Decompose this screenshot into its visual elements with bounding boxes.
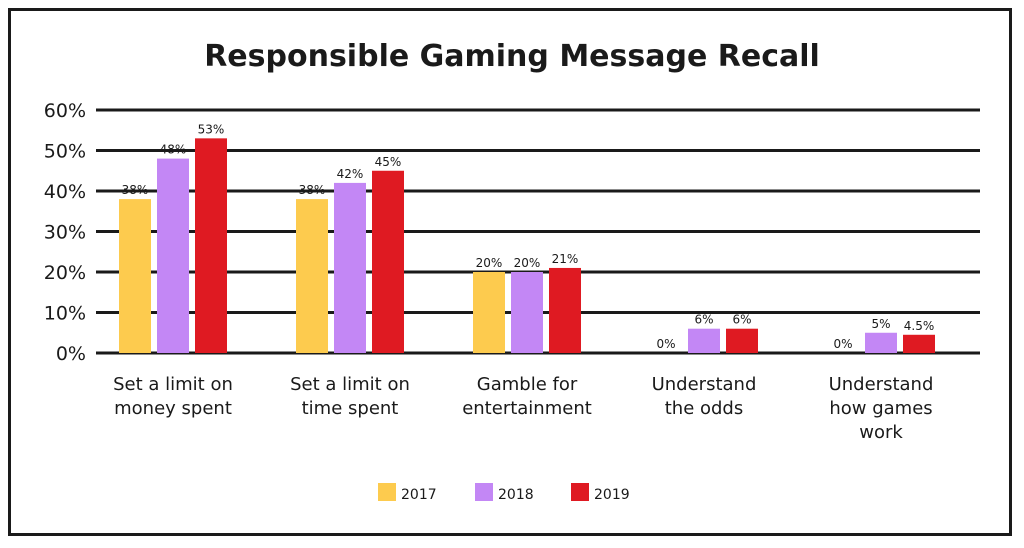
- x-tick-label: entertainment: [462, 398, 592, 419]
- x-tick-label: how games: [829, 398, 932, 419]
- y-tick-label: 0%: [56, 343, 86, 365]
- y-tick-label: 40%: [44, 181, 86, 203]
- x-tick-label: Gamble for: [477, 374, 578, 395]
- y-tick-label: 20%: [44, 262, 86, 284]
- data-label: 53%: [198, 122, 225, 136]
- legend-swatch-2019: [571, 483, 589, 501]
- x-tick-label: Understand: [652, 374, 757, 395]
- data-label: 20%: [514, 256, 541, 270]
- data-label: 0%: [656, 337, 675, 351]
- data-label: 38%: [122, 183, 149, 197]
- x-tick-label: Set a limit on: [290, 374, 410, 395]
- bar-2018: [688, 328, 720, 353]
- x-tick-label: Set a limit on: [113, 374, 233, 395]
- x-tick-label: the odds: [665, 398, 744, 419]
- y-tick-label: 30%: [44, 222, 86, 244]
- bar-2017: [296, 199, 328, 353]
- legend-swatch-2017: [378, 483, 396, 501]
- bar-2019: [372, 170, 404, 353]
- chart-title: Responsible Gaming Message Recall: [204, 39, 820, 74]
- bars: 38% 48% 53% 38% 42% 45% 20% 20% 21% 0% 6% 6% 0% 5% 4.5…: [119, 122, 935, 353]
- legend-label: 2018: [498, 487, 534, 503]
- data-label: 48%: [160, 143, 187, 157]
- data-label: 42%: [337, 167, 364, 181]
- legend: 2017 2018 2019: [378, 483, 630, 503]
- bar-2018: [157, 158, 189, 353]
- x-tick-label: Understand: [829, 374, 934, 395]
- bar-2018: [334, 182, 366, 353]
- bar-chart: Responsible Gaming Message Recall 0% 10% 2…: [44, 39, 980, 503]
- data-label: 4.5%: [904, 319, 935, 333]
- data-label: 6%: [694, 313, 713, 327]
- legend-swatch-2018: [475, 483, 493, 501]
- bar-2017: [473, 272, 505, 353]
- legend-label: 2019: [594, 487, 630, 503]
- bar-2019: [726, 328, 758, 353]
- x-tick-label: money spent: [114, 398, 232, 419]
- y-tick-label: 10%: [44, 303, 86, 325]
- bar-2019: [195, 138, 227, 353]
- y-tick-label: 60%: [44, 100, 86, 122]
- data-label: 0%: [833, 337, 852, 351]
- data-label: 6%: [732, 313, 751, 327]
- bar-2019: [549, 267, 581, 353]
- bar-2018: [511, 272, 543, 353]
- x-axis: Set a limit on money spent Set a limit on t…: [113, 374, 933, 443]
- x-tick-label: time spent: [302, 398, 399, 419]
- x-tick-label: work: [859, 422, 903, 443]
- data-label: 38%: [299, 183, 326, 197]
- y-axis: 0% 10% 20% 30% 40% 50% 60%: [44, 100, 86, 365]
- data-label: 45%: [375, 155, 402, 169]
- data-label: 5%: [871, 317, 890, 331]
- bar-2018: [865, 332, 897, 353]
- bar-2019: [903, 334, 935, 353]
- y-tick-label: 50%: [44, 141, 86, 163]
- data-label: 20%: [476, 256, 503, 270]
- bar-2017: [119, 199, 151, 353]
- legend-label: 2017: [401, 487, 437, 503]
- data-label: 21%: [552, 252, 579, 266]
